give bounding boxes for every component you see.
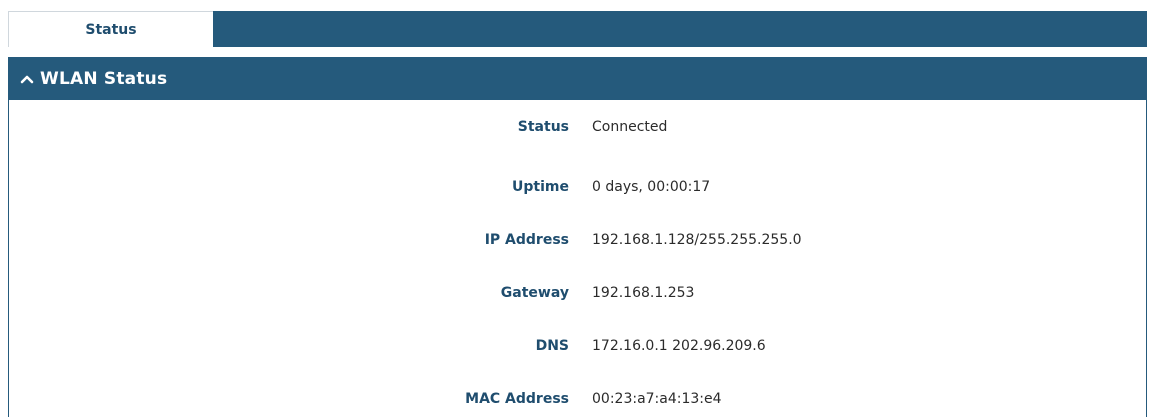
wlan-status-panel: WLAN Status Status Connected Uptime 0 da…: [8, 57, 1147, 417]
status-value: Connected: [592, 119, 668, 135]
chevron-up-icon[interactable]: [20, 72, 34, 86]
panel-header[interactable]: WLAN Status: [8, 57, 1147, 100]
row-status: Status Connected: [9, 100, 1146, 153]
uptime-label: Uptime: [512, 179, 569, 195]
status-rows: Status Connected Uptime 0 days, 00:00:17…: [9, 100, 1146, 417]
gateway-label: Gateway: [500, 285, 569, 301]
mac-address-label: MAC Address: [465, 391, 569, 407]
ip-address-label: IP Address: [484, 232, 569, 248]
mac-address-value: 00:23:a7:a4:13:e4: [592, 391, 722, 407]
row-ip-address: IP Address 192.168.1.128/255.255.255.0: [9, 206, 1146, 259]
row-mac-address: MAC Address 00:23:a7:a4:13:e4: [9, 365, 1146, 417]
row-dns: DNS 172.16.0.1 202.96.209.6: [9, 312, 1146, 365]
tab-status[interactable]: Status: [8, 11, 213, 47]
page: Status WLAN Status Status Connected Upti…: [0, 0, 1149, 417]
row-uptime: Uptime 0 days, 00:00:17: [9, 153, 1146, 206]
panel-title: WLAN Status: [40, 68, 168, 89]
status-label: Status: [517, 119, 569, 135]
uptime-value: 0 days, 00:00:17: [592, 179, 711, 195]
dns-label: DNS: [535, 338, 569, 354]
dns-value: 172.16.0.1 202.96.209.6: [592, 338, 766, 354]
gateway-value: 192.168.1.253: [592, 285, 695, 301]
tab-bar: Status: [8, 11, 1147, 47]
row-gateway: Gateway 192.168.1.253: [9, 259, 1146, 312]
ip-address-value: 192.168.1.128/255.255.255.0: [592, 232, 802, 248]
